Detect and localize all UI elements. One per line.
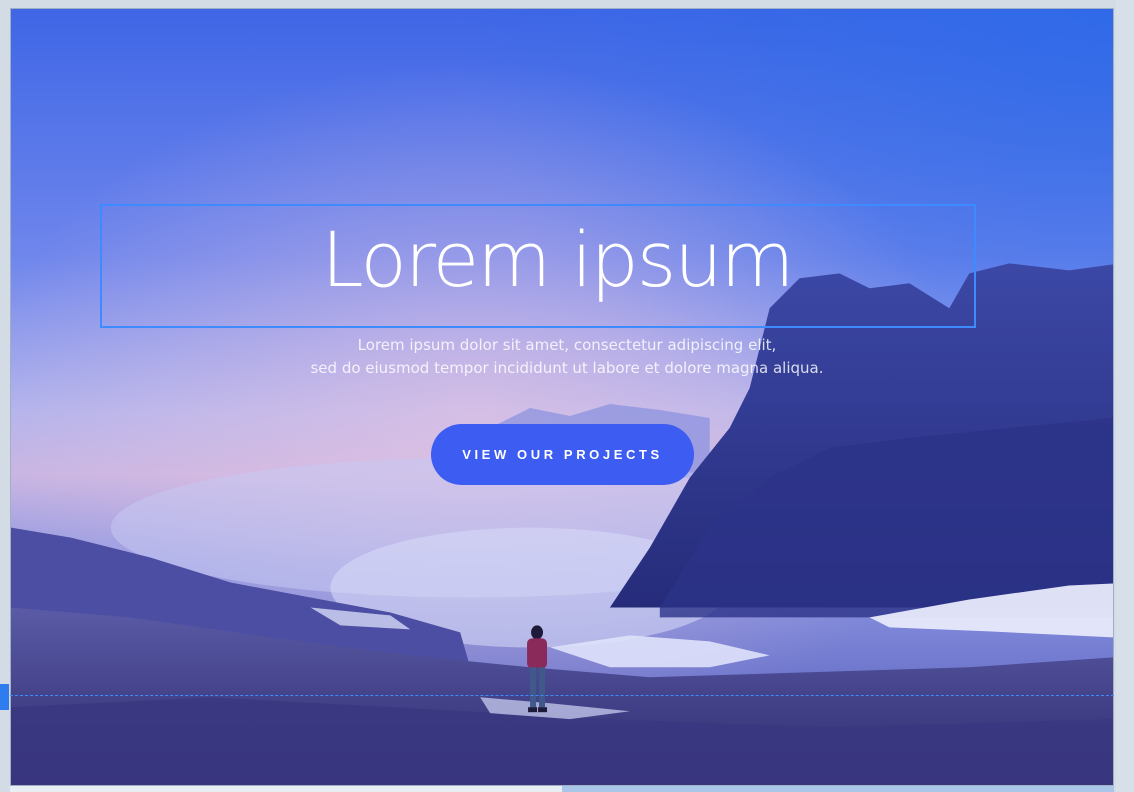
view-our-projects-button[interactable]: VIEW OUR PROJECTS <box>431 424 694 485</box>
editor-right-rail <box>1116 0 1134 792</box>
mountain-landscape-image <box>11 9 1113 785</box>
guide-drag-handle[interactable] <box>0 684 9 710</box>
hero-subtitle-line-2: sed do eiusmod tempor incididunt ut labo… <box>310 359 824 377</box>
section-guide-line <box>10 695 1114 696</box>
hero-section[interactable] <box>10 8 1114 786</box>
next-section-strip-left <box>10 786 562 792</box>
next-section-strip-right <box>562 786 1114 792</box>
hero-subtitle[interactable]: Lorem ipsum dolor sit amet, consectetur … <box>0 334 1134 380</box>
hero-subtitle-line-1: Lorem ipsum dolor sit amet, consectetur … <box>357 336 777 354</box>
hero-title[interactable]: Lorem ipsum <box>0 212 1114 308</box>
